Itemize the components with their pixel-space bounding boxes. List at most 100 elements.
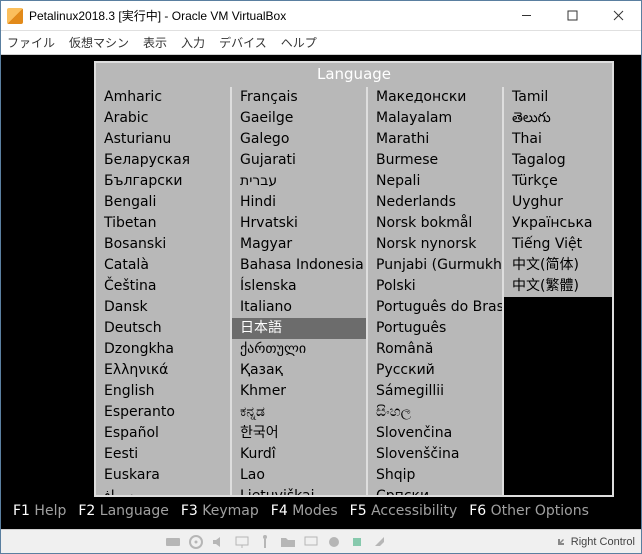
menubar: ファイル 仮想マシン 表示 入力 デバイス ヘルプ xyxy=(1,31,641,55)
language-option[interactable]: Tamil xyxy=(504,87,612,108)
language-option[interactable]: ქართული xyxy=(232,339,366,360)
menu-input[interactable]: 入力 xyxy=(181,34,205,51)
language-option[interactable]: Eesti xyxy=(96,444,230,465)
language-option[interactable]: తెలుగు xyxy=(504,108,612,129)
app-icon xyxy=(7,8,23,24)
language-option[interactable]: Íslenska xyxy=(232,276,366,297)
fkey-f6[interactable]: F6 Other Options xyxy=(469,503,589,523)
language-option[interactable]: Kurdî xyxy=(232,444,366,465)
language-option[interactable]: Қазақ xyxy=(232,360,366,381)
statusbar: Right Control xyxy=(1,529,641,553)
menu-devices[interactable]: デバイス xyxy=(219,34,267,51)
language-option[interactable]: Khmer xyxy=(232,381,366,402)
fkey-f1[interactable]: F1 Help xyxy=(13,503,66,523)
language-option[interactable]: Dzongkha xyxy=(96,339,230,360)
language-option[interactable]: Tagalog xyxy=(504,150,612,171)
menu-view[interactable]: 表示 xyxy=(143,34,167,51)
close-button[interactable] xyxy=(595,1,641,31)
language-option[interactable]: Hindi xyxy=(232,192,366,213)
mouse-icon xyxy=(372,534,388,550)
menu-file[interactable]: ファイル xyxy=(7,34,55,51)
language-option[interactable]: Italiano xyxy=(232,297,366,318)
language-option[interactable]: Română xyxy=(368,339,502,360)
language-option[interactable]: Čeština xyxy=(96,276,230,297)
language-option[interactable]: Nepali xyxy=(368,171,502,192)
language-option[interactable]: Gujarati xyxy=(232,150,366,171)
fkey-f2[interactable]: F2 Language xyxy=(78,503,169,523)
language-option[interactable]: Arabic xyxy=(96,108,230,129)
language-option[interactable]: ಕನ್ನಡ xyxy=(232,402,366,423)
language-option[interactable]: Shqip xyxy=(368,465,502,486)
language-option[interactable]: Norsk nynorsk xyxy=(368,234,502,255)
fkey-f3[interactable]: F3 Keymap xyxy=(181,503,259,523)
language-option[interactable]: Slovenščina xyxy=(368,444,502,465)
language-option[interactable]: 中文(简体) xyxy=(504,255,612,276)
language-option[interactable]: Lao xyxy=(232,465,366,486)
status-icons xyxy=(7,534,547,550)
menu-help[interactable]: ヘルプ xyxy=(281,34,317,51)
language-option[interactable]: Tiếng Việt xyxy=(504,234,612,255)
language-option[interactable]: 한국어 xyxy=(232,423,366,444)
language-option[interactable]: Galego xyxy=(232,129,366,150)
language-option[interactable]: Slovenčina xyxy=(368,423,502,444)
language-option[interactable]: English xyxy=(96,381,230,402)
optical-icon xyxy=(188,534,204,550)
language-option[interactable]: Tibetan xyxy=(96,213,230,234)
display-icon xyxy=(303,534,319,550)
language-option[interactable]: Македонски xyxy=(368,87,502,108)
language-option[interactable]: සිංහල xyxy=(368,402,502,423)
language-option[interactable]: Sámegillii xyxy=(368,381,502,402)
language-option[interactable]: Nederlands xyxy=(368,192,502,213)
language-option[interactable]: Malayalam xyxy=(368,108,502,129)
language-option[interactable]: Polski xyxy=(368,276,502,297)
language-option[interactable]: Español xyxy=(96,423,230,444)
fkey-bar: F1 Help F2 Language F3 Keymap F4 Modes F5 Ac… xyxy=(13,503,629,523)
audio-icon xyxy=(211,534,227,550)
language-option[interactable]: Беларуская xyxy=(96,150,230,171)
language-option[interactable]: Українська xyxy=(504,213,612,234)
language-option[interactable]: Dansk xyxy=(96,297,230,318)
minimize-button[interactable] xyxy=(503,1,549,31)
language-option[interactable]: Hrvatski xyxy=(232,213,366,234)
language-option[interactable]: Lietuviškai xyxy=(232,486,366,495)
language-option[interactable]: ﻰﺳﺭﺎﻓ xyxy=(96,486,230,495)
recording-icon xyxy=(326,534,342,550)
language-option[interactable]: Français xyxy=(232,87,366,108)
language-option[interactable]: Marathi xyxy=(368,129,502,150)
language-option[interactable]: Asturianu xyxy=(96,129,230,150)
language-option[interactable]: Ελληνικά xyxy=(96,360,230,381)
language-option[interactable]: Bosanski xyxy=(96,234,230,255)
language-option[interactable]: Gaeilge xyxy=(232,108,366,129)
language-option[interactable]: Português do Brasil xyxy=(368,297,502,318)
language-option[interactable]: Bahasa Indonesia xyxy=(232,255,366,276)
language-option[interactable]: Magyar xyxy=(232,234,366,255)
language-option[interactable]: Amharic xyxy=(96,87,230,108)
language-option[interactable]: Punjabi (Gurmukhi) xyxy=(368,255,502,276)
language-option[interactable]: 日本語 xyxy=(232,318,366,339)
guest-display[interactable]: Language AmharicArabicAsturianuБеларуска… xyxy=(1,55,641,529)
language-option[interactable]: Euskara xyxy=(96,465,230,486)
language-option[interactable]: Português xyxy=(368,318,502,339)
language-option[interactable]: Српски xyxy=(368,486,502,495)
language-option[interactable]: Bengali xyxy=(96,192,230,213)
language-option[interactable]: Thai xyxy=(504,129,612,150)
network-icon xyxy=(234,534,250,550)
language-option[interactable]: Русский xyxy=(368,360,502,381)
fkey-f5[interactable]: F5 Accessibility xyxy=(350,503,458,523)
panel-title: Language xyxy=(96,63,612,87)
maximize-button[interactable] xyxy=(549,1,595,31)
lang-column-2: FrançaisGaeilgeGalegoGujaratiעבריתHindiH… xyxy=(230,87,366,495)
language-option[interactable]: Türkçe xyxy=(504,171,612,192)
language-option[interactable]: Català xyxy=(96,255,230,276)
language-option[interactable]: 中文(繁體) xyxy=(504,276,612,297)
language-option[interactable]: Български xyxy=(96,171,230,192)
language-option[interactable]: Burmese xyxy=(368,150,502,171)
vm-window: Petalinux2018.3 [実行中] - Oracle VM Virtua… xyxy=(0,0,642,554)
language-option[interactable]: Esperanto xyxy=(96,402,230,423)
menu-machine[interactable]: 仮想マシン xyxy=(69,34,129,51)
language-option[interactable]: Uyghur xyxy=(504,192,612,213)
language-option[interactable]: עברית xyxy=(232,171,366,192)
fkey-f4[interactable]: F4 Modes xyxy=(271,503,338,523)
language-option[interactable]: Deutsch xyxy=(96,318,230,339)
language-option[interactable]: Norsk bokmål xyxy=(368,213,502,234)
